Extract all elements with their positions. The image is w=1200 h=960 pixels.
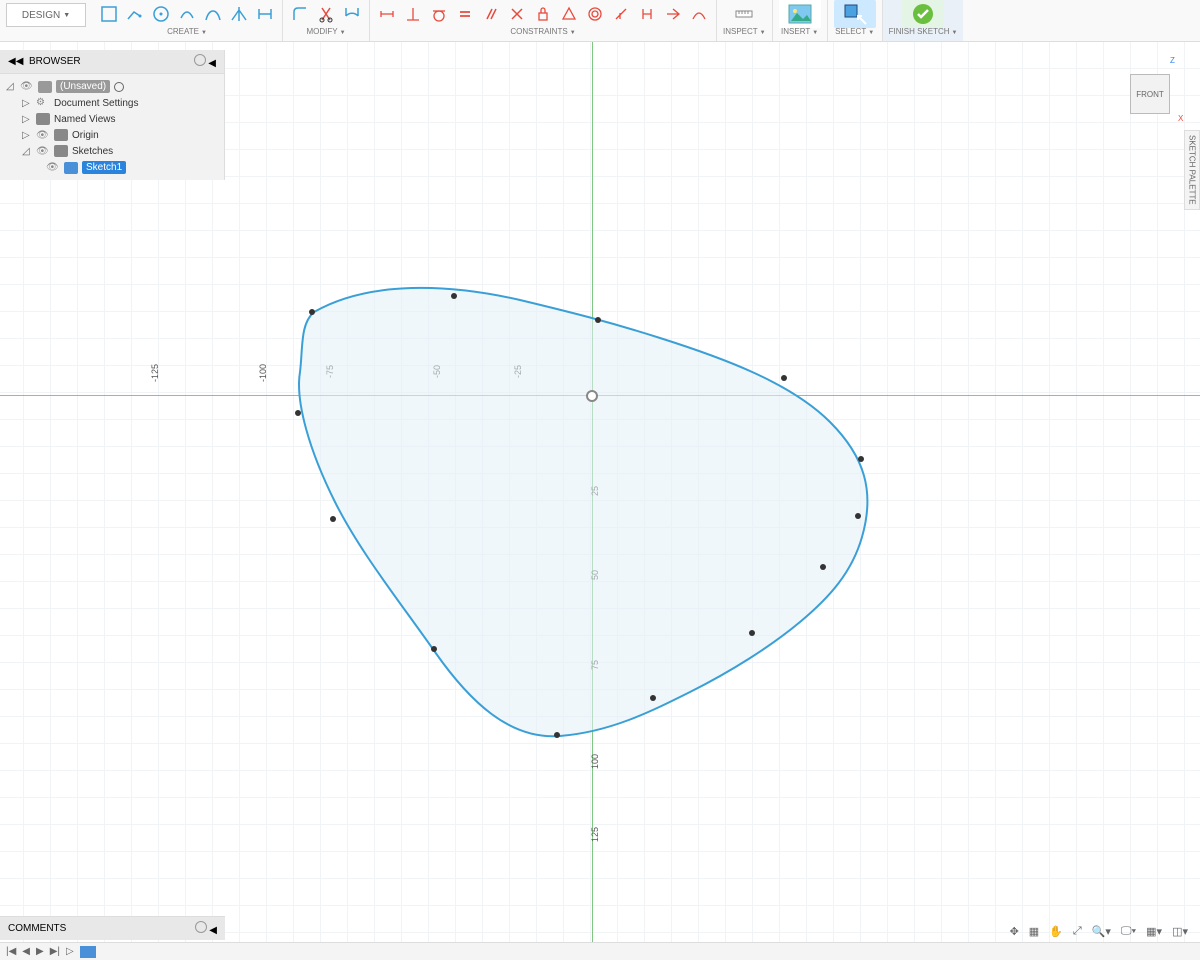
create-group: CREATE▼ bbox=[92, 0, 283, 41]
select-group: SELECT▼ bbox=[828, 0, 883, 41]
fillet-tool-icon[interactable] bbox=[289, 3, 311, 25]
timeline-play-icon[interactable]: ▷ bbox=[66, 946, 74, 957]
finish-group: FINISH SKETCH▼ bbox=[883, 0, 964, 41]
display-icon[interactable]: 🖵▾ bbox=[1119, 923, 1138, 940]
parallel-constraint-icon[interactable] bbox=[480, 3, 502, 25]
orbit-icon[interactable]: ✥ bbox=[1008, 923, 1021, 940]
offset-tool-icon[interactable] bbox=[341, 3, 363, 25]
zoom-icon[interactable]: ⤢ bbox=[1071, 923, 1084, 940]
concentric-constraint-icon[interactable] bbox=[584, 3, 606, 25]
insert-group: INSERT▼ bbox=[773, 0, 828, 41]
midpoint-constraint-icon[interactable] bbox=[662, 3, 684, 25]
curvature-constraint-icon[interactable] bbox=[688, 3, 710, 25]
perpendicular-constraint-icon[interactable] bbox=[506, 3, 528, 25]
insert-image-button[interactable] bbox=[779, 0, 821, 28]
measure-tool-icon[interactable] bbox=[733, 3, 755, 25]
zoom-window-icon[interactable]: 🔍▾ bbox=[1090, 923, 1113, 940]
timeline-end-icon[interactable]: ▶| bbox=[50, 946, 60, 957]
view-nav-bar: ✥ ▦ ✋ ⤢ 🔍▾ 🖵▾ ▦▾ ◫▾ bbox=[1008, 923, 1190, 940]
tree-sketch1[interactable]: 👁 Sketch1 bbox=[0, 159, 224, 176]
viewcube-face[interactable]: FRONT bbox=[1130, 74, 1170, 114]
timeline-fwd-icon[interactable]: ▶ bbox=[36, 946, 44, 957]
trim-tool-icon[interactable] bbox=[315, 3, 337, 25]
vertical-constraint-icon[interactable] bbox=[402, 3, 424, 25]
polyline-tool-icon[interactable] bbox=[124, 3, 146, 25]
fix-constraint-icon[interactable] bbox=[532, 3, 554, 25]
axis-x-label: X bbox=[1178, 114, 1183, 123]
spline-tool-icon[interactable] bbox=[202, 3, 224, 25]
timeline-back-icon[interactable]: ◀ bbox=[22, 946, 30, 957]
finish-sketch-button[interactable] bbox=[902, 0, 944, 28]
constraints-group: CONSTRAINTS▼ bbox=[370, 0, 717, 41]
browser-header[interactable]: ◀◀ BROWSER ◀ bbox=[0, 50, 224, 74]
tree-sketches[interactable]: ◿👁 Sketches bbox=[0, 143, 224, 159]
select-button[interactable] bbox=[834, 0, 876, 28]
arc-tool-icon[interactable] bbox=[176, 3, 198, 25]
inspect-group: INSPECT▼ bbox=[717, 0, 773, 41]
coincident-constraint-icon[interactable] bbox=[558, 3, 580, 25]
viewport-icon[interactable]: ◫▾ bbox=[1170, 923, 1190, 940]
origin-marker[interactable] bbox=[586, 390, 598, 402]
modify-group: MODIFY▼ bbox=[283, 0, 370, 41]
tree-root[interactable]: ◿👁 (Unsaved) bbox=[0, 78, 224, 95]
view-cube[interactable]: Z FRONT X bbox=[1122, 60, 1182, 124]
mirror-tool-icon[interactable] bbox=[228, 3, 250, 25]
symmetry-constraint-icon[interactable] bbox=[636, 3, 658, 25]
line-tool-icon[interactable] bbox=[98, 3, 120, 25]
tree-doc-settings[interactable]: ▷ ⚙Document Settings bbox=[0, 95, 224, 111]
toolbar: DESIGN▼ CREATE▼ MODIFY▼ bbox=[0, 0, 1200, 42]
axis-z-label: Z bbox=[1170, 56, 1175, 65]
circle-tool-icon[interactable] bbox=[150, 3, 172, 25]
timeline-bar: |◀ ◀ ▶ ▶| ▷ bbox=[0, 942, 1200, 960]
tree-origin[interactable]: ▷👁 Origin bbox=[0, 127, 224, 143]
sketch-palette-tab[interactable]: SKETCH PALETTE bbox=[1184, 130, 1200, 210]
timeline-start-icon[interactable]: |◀ bbox=[6, 946, 16, 957]
design-menu[interactable]: DESIGN▼ bbox=[6, 3, 86, 27]
timeline-sketch-chip[interactable] bbox=[80, 946, 96, 958]
look-icon[interactable]: ▦ bbox=[1027, 923, 1041, 940]
grid-display-icon[interactable]: ▦▾ bbox=[1144, 923, 1164, 940]
pan-icon[interactable]: ✋ bbox=[1047, 923, 1065, 940]
tangent-constraint-icon[interactable] bbox=[428, 3, 450, 25]
horizontal-constraint-icon[interactable] bbox=[376, 3, 398, 25]
tree-named-views[interactable]: ▷ Named Views bbox=[0, 111, 224, 127]
comments-bar[interactable]: COMMENTS ◀ bbox=[0, 916, 225, 940]
browser-panel: ◀◀ BROWSER ◀ ◿👁 (Unsaved) ▷ ⚙Document Se… bbox=[0, 50, 225, 180]
collinear-constraint-icon[interactable] bbox=[610, 3, 632, 25]
dimension-tool-icon[interactable] bbox=[254, 3, 276, 25]
equal-constraint-icon[interactable] bbox=[454, 3, 476, 25]
